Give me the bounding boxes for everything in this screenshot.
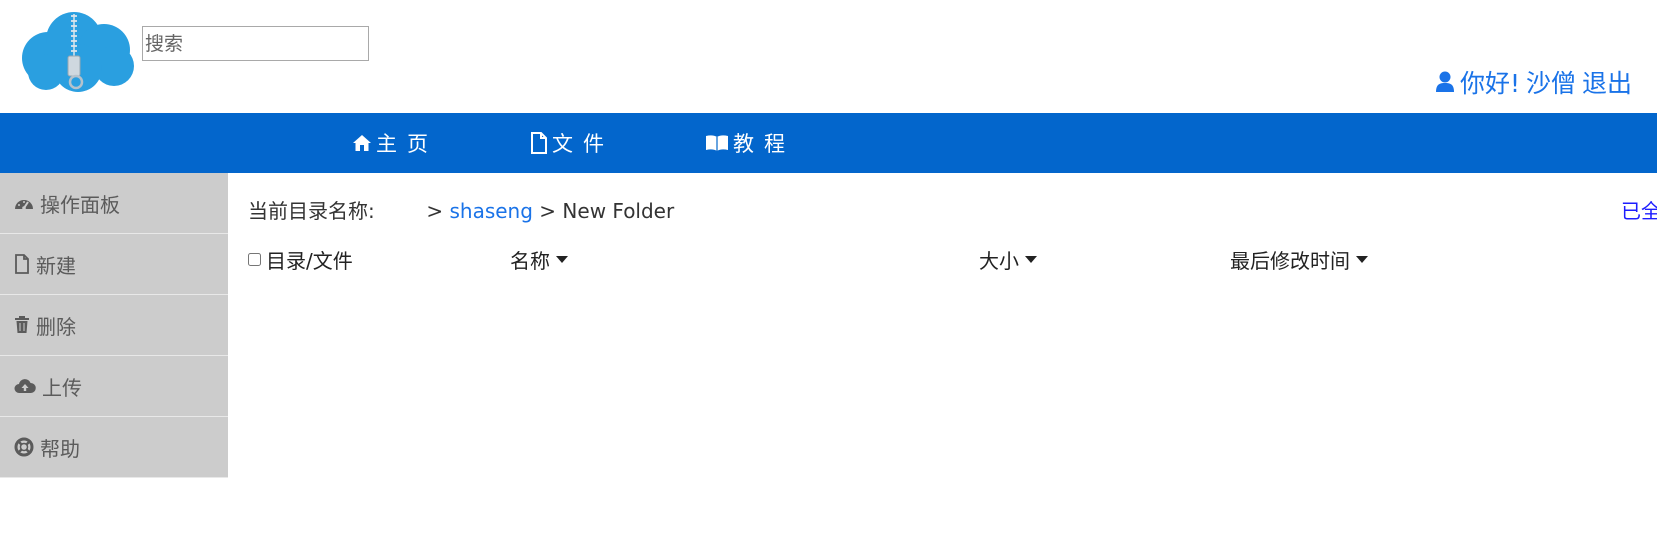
home-icon [353, 135, 371, 151]
select-all-column: 目录/文件 [248, 245, 353, 274]
column-header-label: 目录/文件 [266, 249, 353, 273]
trash-icon [15, 316, 29, 333]
sidebar: 操作面板 新建 删除 上传 帮助 [0, 173, 228, 478]
header: 你好! 沙僧 退出 [0, 0, 1657, 113]
sidebar-item-help[interactable]: 帮助 [0, 417, 228, 478]
breadcrumb-label: 当前目录名称: [248, 199, 375, 223]
breadcrumb: 当前目录名称: > shaseng > New Folder [248, 195, 674, 224]
sidebar-item-label: 新建 [36, 253, 76, 278]
sidebar-item-label: 帮助 [40, 436, 80, 461]
main-content: 当前目录名称: > shaseng > New Folder 已全 目录/文件 … [228, 173, 1657, 560]
book-icon [706, 135, 728, 151]
nav-item-label: 文件 [552, 132, 614, 156]
column-header-label: 最后修改时间 [1230, 249, 1350, 273]
greeting-text: 你好! [1459, 69, 1520, 98]
top-navigation: 主页 文件 教程 [0, 113, 1657, 173]
sidebar-item-label: 上传 [42, 375, 82, 400]
user-icon [1435, 71, 1454, 92]
user-area: 你好! 沙僧 退出 [1435, 64, 1632, 100]
file-table-header: 目录/文件 名称 大小 最后修改时间 [228, 245, 1657, 275]
logout-link[interactable]: 退出 [1582, 64, 1632, 100]
sidebar-item-upload[interactable]: 上传 [0, 356, 228, 417]
capacity-text: 已全 [1621, 199, 1657, 223]
breadcrumb-separator: > [426, 199, 444, 223]
breadcrumb-separator: > [539, 199, 557, 223]
sort-caret-icon [1356, 256, 1368, 263]
column-header-size[interactable]: 大小 [979, 245, 1037, 274]
cloud-upload-icon [14, 379, 36, 393]
search-input[interactable] [142, 26, 369, 61]
column-header-name[interactable]: 名称 [510, 245, 568, 274]
nav-item-files[interactable]: 文件 [530, 113, 614, 173]
lifebuoy-icon [14, 437, 34, 457]
sidebar-item-new[interactable]: 新建 [0, 234, 228, 295]
sidebar-item-label: 操作面板 [40, 192, 120, 217]
new-file-icon [15, 254, 29, 274]
username-link[interactable]: 沙僧 [1526, 64, 1576, 100]
column-header-label: 大小 [979, 249, 1019, 273]
zip-cloud-logo [22, 12, 134, 92]
nav-item-tutorial[interactable]: 教程 [705, 113, 795, 173]
dashboard-icon [15, 200, 33, 210]
breadcrumb-link-root[interactable]: shaseng [449, 199, 532, 223]
nav-item-label: 教程 [733, 132, 795, 156]
sort-caret-icon [1025, 256, 1037, 263]
breadcrumb-current: New Folder [562, 199, 675, 223]
column-header-modified[interactable]: 最后修改时间 [1230, 245, 1368, 274]
nav-item-label: 主页 [376, 132, 438, 156]
sidebar-item-delete[interactable]: 删除 [0, 295, 228, 356]
select-all-checkbox[interactable] [248, 253, 261, 266]
file-icon [531, 132, 547, 154]
sidebar-item-dashboard[interactable]: 操作面板 [0, 173, 228, 234]
nav-item-home[interactable]: 主页 [352, 113, 438, 173]
column-header-label: 名称 [510, 249, 550, 273]
sidebar-item-label: 删除 [36, 314, 76, 339]
sort-caret-icon [556, 256, 568, 263]
